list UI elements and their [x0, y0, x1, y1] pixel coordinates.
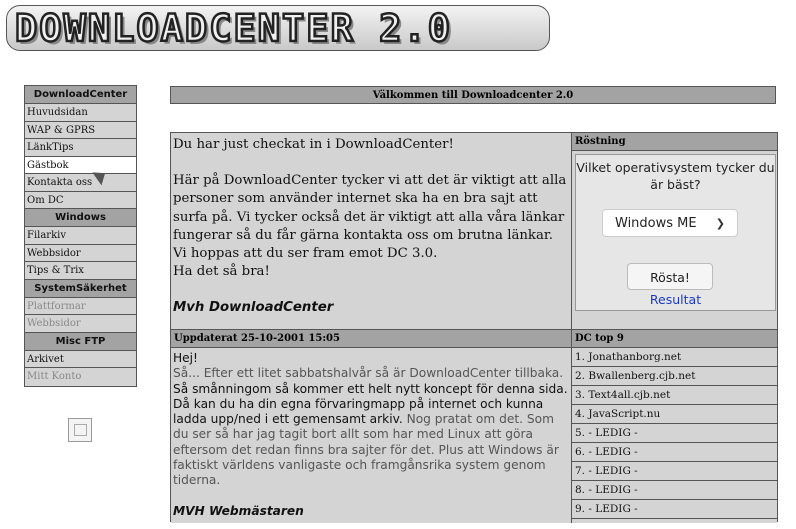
poll-question: Vilket operativsystem tycker du är bäst?: [576, 160, 775, 192]
update-panel: Uppdaterat 25-10-2001 15:05 Hej! Så... E…: [171, 329, 572, 523]
top9-item[interactable]: 4. JavaScript.nu: [572, 405, 777, 424]
poll-header: Röstning: [572, 133, 777, 151]
sidebar-item[interactable]: WAP & GPRS: [25, 121, 136, 139]
logo-text: DOWNLOADCENTER 2.0: [14, 6, 452, 50]
sidebar-group-header: Windows: [25, 209, 136, 227]
sidebar-item[interactable]: Arkivet: [25, 350, 136, 368]
results-link[interactable]: Resultat: [576, 292, 775, 307]
sidebar-item[interactable]: Kontakta oss: [25, 174, 136, 192]
top9-item[interactable]: 6. - LEDIG -: [572, 443, 777, 462]
chevron-down-icon: ❯: [715, 217, 725, 230]
site-logo: DOWNLOADCENTER 2.0: [6, 5, 550, 51]
sidebar-group-header: Misc FTP: [25, 332, 136, 351]
top9-item[interactable]: 3. Text4all.cjb.net: [572, 386, 777, 405]
vote-button[interactable]: Rösta!: [627, 263, 713, 290]
sidebar-item[interactable]: Mitt Konto: [25, 368, 136, 386]
page-title: Välkommen till Downloadcenter 2.0: [170, 86, 776, 104]
sidebar-group-header: SystemSäkerhet: [25, 279, 136, 298]
top9-item[interactable]: 5. - LEDIG -: [572, 424, 777, 443]
update-body: Hej! Så... Efter ett litet sabbatshalvår…: [171, 348, 571, 522]
intro-signature: Mvh DownloadCenter: [173, 300, 334, 316]
update-text-gray-1: Så... Efter ett litet sabbatshalvår så ä…: [173, 366, 564, 381]
sidebar-nav: DownloadCenter Huvudsidan WAP & GPRS LänkTi…: [24, 85, 137, 387]
intro-paragraph: Här på DownloadCenter tycker vi att det …: [173, 173, 567, 262]
intro-panel: Du har just checkat in i DownloadCenter!…: [171, 133, 572, 329]
sidebar-group-header: DownloadCenter: [25, 86, 136, 104]
top9-header: DC top 9: [572, 330, 777, 348]
update-header: Uppdaterat 25-10-2001 15:05: [171, 330, 571, 348]
top9-panel: DC top 9 1. Jonathanborg.net 2. Bwallenbe…: [572, 329, 777, 523]
top9-item[interactable]: 9. - LEDIG -: [572, 500, 777, 519]
broken-image-icon: [68, 418, 92, 442]
top9-list: 1. Jonathanborg.net 2. Bwallenberg.cjb.ne…: [572, 348, 777, 519]
sidebar-item[interactable]: Huvudsidan: [25, 104, 136, 122]
sidebar-item[interactable]: Webbsidor: [25, 244, 136, 262]
sidebar-item[interactable]: Tips & Trix: [25, 262, 136, 280]
update-greeting: Hej!: [173, 351, 198, 365]
sidebar-item[interactable]: Gästbok: [25, 156, 136, 174]
main-content: Du har just checkat in i DownloadCenter!…: [170, 132, 778, 523]
sidebar-item[interactable]: Webbsidor: [25, 315, 136, 333]
top9-item[interactable]: 8. - LEDIG -: [572, 481, 777, 500]
sidebar-item[interactable]: Filarkiv: [25, 227, 136, 245]
poll-form: Vilket operativsystem tycker du är bäst?…: [575, 154, 776, 311]
poll-select[interactable]: Windows ME ❯: [602, 209, 738, 237]
update-text: Så... Efter ett litet sabbatshalvår så ä…: [173, 366, 569, 488]
intro-line: Du har just checkat in i DownloadCenter!: [173, 137, 454, 152]
top9-item[interactable]: 1. Jonathanborg.net: [572, 348, 777, 367]
update-signature: MVH Webmästaren: [173, 503, 304, 518]
intro-closing: Ha det så bra!: [173, 264, 270, 280]
sidebar-item[interactable]: LänkTips: [25, 139, 136, 157]
top9-item[interactable]: 2. Bwallenberg.cjb.net: [572, 367, 777, 386]
poll-selected-value: Windows ME: [615, 216, 697, 231]
sidebar-item[interactable]: Om DC: [25, 191, 136, 209]
top9-item[interactable]: 7. - LEDIG -: [572, 462, 777, 481]
poll-panel: Röstning Vilket operativsystem tycker du…: [572, 133, 777, 329]
sidebar-item[interactable]: Plattformar: [25, 297, 136, 315]
